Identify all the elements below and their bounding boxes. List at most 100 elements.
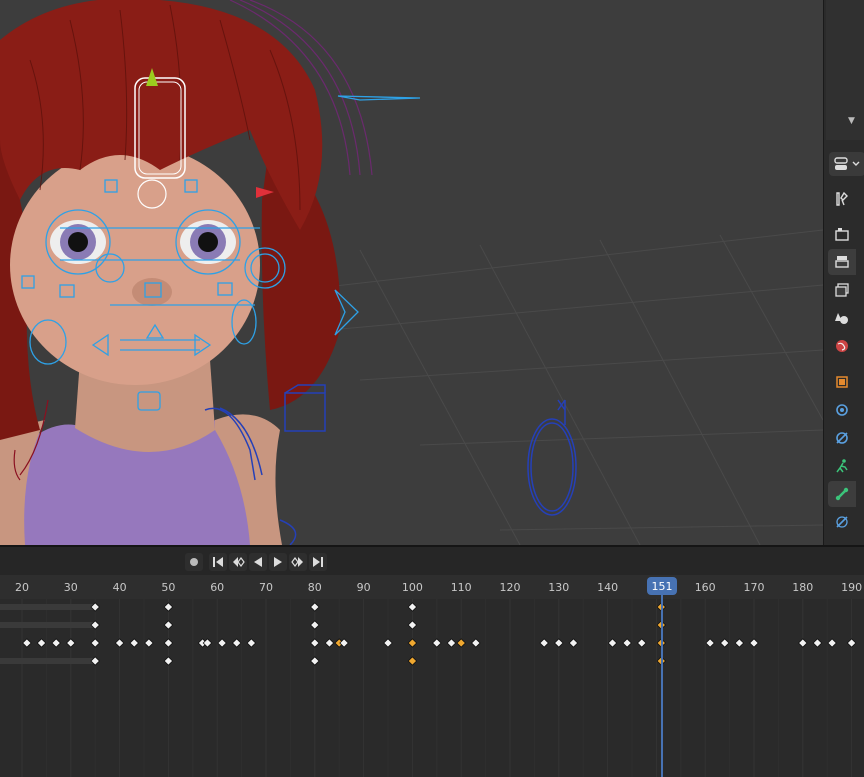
properties-editor-strip: ▼	[823, 0, 864, 545]
current-frame-label: 151	[652, 580, 673, 593]
tab-render[interactable]	[828, 221, 856, 247]
play-reverse-button[interactable]	[249, 553, 267, 571]
frame-number: 60	[210, 581, 224, 594]
3d-viewport[interactable]	[0, 0, 823, 545]
frame-number: 50	[161, 581, 175, 594]
tab-physics[interactable]	[828, 425, 856, 451]
keyframe[interactable]	[432, 638, 442, 648]
next-keyframe-icon	[291, 557, 303, 567]
keyframe[interactable]	[827, 638, 837, 648]
outliner-area[interactable]	[826, 0, 864, 140]
tab-output[interactable]	[828, 249, 856, 275]
face	[10, 145, 260, 385]
keyframe[interactable]	[114, 638, 125, 648]
keyframe[interactable]	[163, 602, 174, 612]
frame-ruler[interactable]	[0, 575, 864, 599]
jump-start-icon	[213, 557, 223, 567]
prev-keyframe-button[interactable]	[229, 553, 247, 571]
nose	[132, 278, 172, 306]
jump-end-button[interactable]	[309, 553, 327, 571]
keyframe[interactable]	[607, 638, 618, 648]
keyframe[interactable]	[310, 620, 320, 630]
frame-number: 70	[259, 581, 273, 594]
jump-end-icon	[313, 557, 323, 567]
next-keyframe-button[interactable]	[289, 553, 307, 571]
frame-number: 30	[64, 581, 78, 594]
keyframe-selected[interactable]	[456, 638, 466, 648]
keyframe[interactable]	[310, 602, 320, 612]
keyframe[interactable]	[339, 638, 349, 648]
tab-armature[interactable]	[828, 453, 856, 479]
keyframe[interactable]	[217, 638, 227, 648]
frame-number: 160	[695, 581, 716, 594]
tab-world[interactable]	[828, 333, 856, 359]
keyframe[interactable]	[539, 638, 549, 648]
tab-scene[interactable]	[828, 305, 856, 331]
keyframe[interactable]	[554, 638, 564, 648]
frame-number: 130	[548, 581, 569, 594]
tab-bone-constraints[interactable]	[828, 509, 856, 535]
frame-number: 80	[308, 581, 322, 594]
properties-editor-icon	[834, 157, 860, 170]
keyframe[interactable]	[231, 638, 242, 648]
keyframes[interactable]	[22, 602, 857, 666]
keyframe[interactable]	[407, 620, 418, 630]
keyframe[interactable]	[163, 638, 174, 648]
world-icon	[836, 340, 848, 352]
keyframe[interactable]	[407, 602, 418, 612]
play-button[interactable]	[269, 553, 287, 571]
keyframe[interactable]	[846, 638, 857, 648]
channel-summary-bars	[0, 604, 96, 664]
keyframe-selected[interactable]	[407, 656, 418, 666]
keyframe[interactable]	[749, 638, 759, 648]
keyframe[interactable]	[471, 638, 481, 648]
keyframe[interactable]	[622, 638, 632, 648]
frame-number: 190	[841, 581, 862, 594]
tab-modifiers[interactable]	[828, 397, 856, 423]
keyframe[interactable]	[719, 638, 730, 648]
keyframe-selected[interactable]	[407, 638, 418, 648]
jump-start-button[interactable]	[209, 553, 227, 571]
editor-type-dropdown[interactable]	[829, 152, 864, 176]
keyframe[interactable]	[163, 620, 174, 630]
floor-grid	[299, 229, 823, 545]
keyframe[interactable]	[812, 638, 823, 648]
viewport-canvas[interactable]	[0, 0, 823, 545]
keyframe[interactable]	[66, 638, 76, 648]
keyframe[interactable]	[310, 656, 320, 666]
keyframe[interactable]	[324, 638, 335, 648]
keyframe[interactable]	[383, 638, 393, 648]
playhead[interactable]: 151	[647, 577, 677, 777]
tab-object[interactable]	[828, 369, 856, 395]
keyframe[interactable]	[798, 638, 808, 648]
keyframe[interactable]	[568, 638, 579, 648]
keyframe[interactable]	[144, 638, 154, 648]
bone-constraint-icon	[836, 516, 848, 528]
record-button[interactable]	[185, 553, 203, 571]
keyframe[interactable]	[446, 638, 457, 648]
keyframe[interactable]	[22, 638, 32, 648]
keyframe[interactable]	[202, 638, 213, 648]
tab-bone[interactable]	[828, 481, 856, 507]
keyframe[interactable]	[129, 638, 140, 648]
collapse-arrow-icon[interactable]: ▼	[848, 116, 855, 126]
keyframe[interactable]	[310, 638, 320, 648]
keyframe[interactable]	[51, 638, 61, 648]
tab-tool[interactable]	[828, 186, 856, 212]
play-reverse-icon	[254, 557, 262, 567]
keyframe[interactable]	[705, 638, 715, 648]
keyframe[interactable]	[90, 638, 100, 648]
dopesheet-area[interactable]: 20 30 40 50 60 70 80 90 100 110 120 130 140 160 170 180…	[0, 575, 864, 777]
tool-icon	[836, 191, 848, 206]
record-dot-icon	[190, 558, 198, 566]
keyframe[interactable]	[36, 638, 47, 648]
frame-number: 100	[402, 581, 423, 594]
keyframe[interactable]	[734, 638, 745, 648]
keyframe[interactable]	[163, 656, 174, 666]
dopesheet-canvas[interactable]: 20 30 40 50 60 70 80 90 100 110 120 130 140 160 170 180…	[0, 575, 864, 777]
timeline-editor[interactable]: 20 30 40 50 60 70 80 90 100 110 120 130 140 160 170 180…	[0, 545, 864, 777]
output-printer-icon	[835, 256, 849, 268]
keyframe[interactable]	[246, 638, 257, 648]
tab-view-layer[interactable]	[828, 277, 856, 303]
keyframe[interactable]	[636, 638, 647, 648]
